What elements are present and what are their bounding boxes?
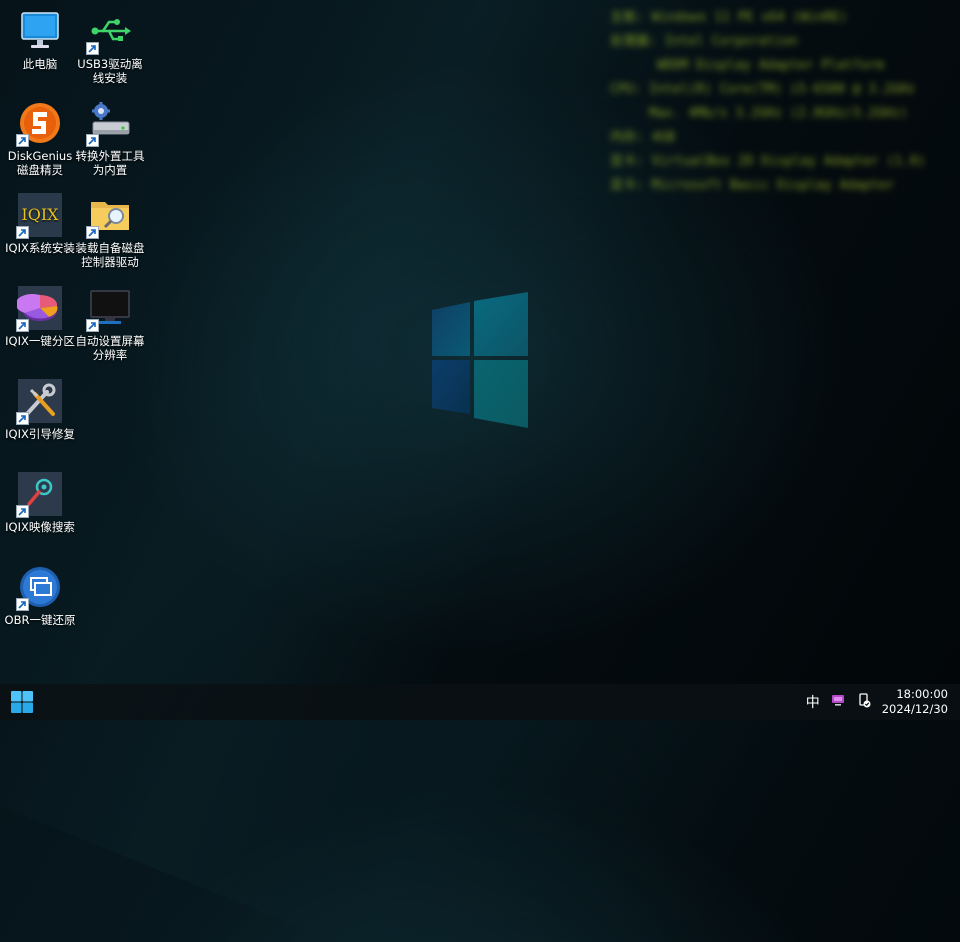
ime-indicator[interactable]: 中: [806, 692, 820, 712]
sysinfo-line: 主板: Windows 11 PE x64 (WinRE): [610, 10, 848, 25]
desktop-icon-usb3[interactable]: USB3驱动离 线安装: [70, 8, 150, 85]
desktop-icon-iqix-boot[interactable]: IQIX引导修复: [0, 378, 84, 441]
shortcut-arrow-icon: [16, 412, 29, 425]
windows-start-icon[interactable]: [10, 690, 34, 714]
sysinfo-line: 显卡: Microsoft Basic Display Adapter: [610, 178, 895, 193]
sysinfo-line: WDDM Display Adapter Platform: [610, 58, 884, 73]
taskbar: 中 18:00:00 2024/12/30: [0, 684, 960, 720]
desktop-icon-convert-external[interactable]: 转换外置工具 为内置: [70, 100, 150, 177]
shortcut-arrow-icon: [86, 226, 99, 239]
image-search-icon: [16, 471, 63, 518]
windows-logo-wallpaper: [432, 292, 528, 428]
shortcut-arrow-icon: [86, 319, 99, 332]
clock[interactable]: 18:00:00 2024/12/30: [882, 687, 948, 717]
pie-chart-icon: [16, 285, 63, 332]
shortcut-arrow-icon: [16, 319, 29, 332]
desktop-icon-label: USB3驱动离 线安装: [77, 57, 143, 85]
desktop-icon-label: 装载自备磁盘 控制器驱动: [75, 241, 145, 269]
desktop-icon-label: 自动设置屏幕 分辨率: [75, 334, 145, 362]
restore-icon: [16, 564, 63, 611]
network-display-icon[interactable]: [830, 692, 846, 712]
system-tray: 中 18:00:00 2024/12/30: [806, 686, 948, 718]
desktop-icon-iqix-image[interactable]: IQIX映像搜索: [0, 471, 84, 534]
desktop-icon-label: OBR一键还原: [4, 613, 76, 627]
iqix-icon: IQIX: [16, 192, 63, 239]
desktop-icon-label: IQIX映像搜索: [5, 520, 75, 534]
folder-search-icon: [86, 192, 133, 239]
shortcut-arrow-icon: [16, 226, 29, 239]
sysinfo-line: 处理器: Intel Corporation: [610, 34, 798, 49]
desktop-icon-load-driver[interactable]: 装载自备磁盘 控制器驱动: [70, 192, 150, 269]
desktop-icon-obr[interactable]: OBR一键还原: [0, 564, 84, 627]
display-icon: [86, 285, 133, 332]
desktop-icon-this-pc[interactable]: 此电脑: [0, 8, 80, 71]
system-info-overlay: 主板: Windows 11 PE x64 (WinRE) 处理器: Intel…: [610, 6, 950, 198]
clock-time: 18:00:00: [896, 687, 948, 701]
desktop-icon-label: 此电脑: [22, 57, 58, 71]
desktop-icon-label: 转换外置工具 为内置: [75, 149, 145, 177]
sysinfo-line: Max. 4Mb/s 3.2GHz (2.8GHz/3.2GHz): [610, 106, 908, 121]
desktop-icon-auto-resolution[interactable]: 自动设置屏幕 分辨率: [70, 285, 150, 362]
monitor-icon: [17, 8, 63, 54]
usb-icon: [86, 8, 133, 55]
shortcut-arrow-icon: [16, 598, 29, 611]
clock-date: 2024/12/30: [881, 702, 948, 716]
usb-eject-icon[interactable]: [856, 692, 872, 712]
sysinfo-line: 显卡: VirtualBox 2D Display Adapter (1.0): [610, 154, 926, 169]
drive-gear-icon: [86, 100, 133, 147]
sysinfo-line: CPU: Intel(R) Core(TM) i5-6500 @ 3.2GHz: [610, 82, 916, 97]
shortcut-arrow-icon: [16, 134, 29, 147]
shortcut-arrow-icon: [86, 134, 99, 147]
sysinfo-line: 内存: 4GB: [610, 130, 676, 145]
shortcut-arrow-icon: [86, 42, 99, 55]
desktop-icon-label: IQIX引导修复: [5, 427, 75, 441]
iqix-logo-text: IQIX: [21, 205, 59, 224]
tools-icon: [16, 378, 63, 425]
shortcut-arrow-icon: [16, 505, 29, 518]
diskgenius-icon: [16, 100, 63, 147]
